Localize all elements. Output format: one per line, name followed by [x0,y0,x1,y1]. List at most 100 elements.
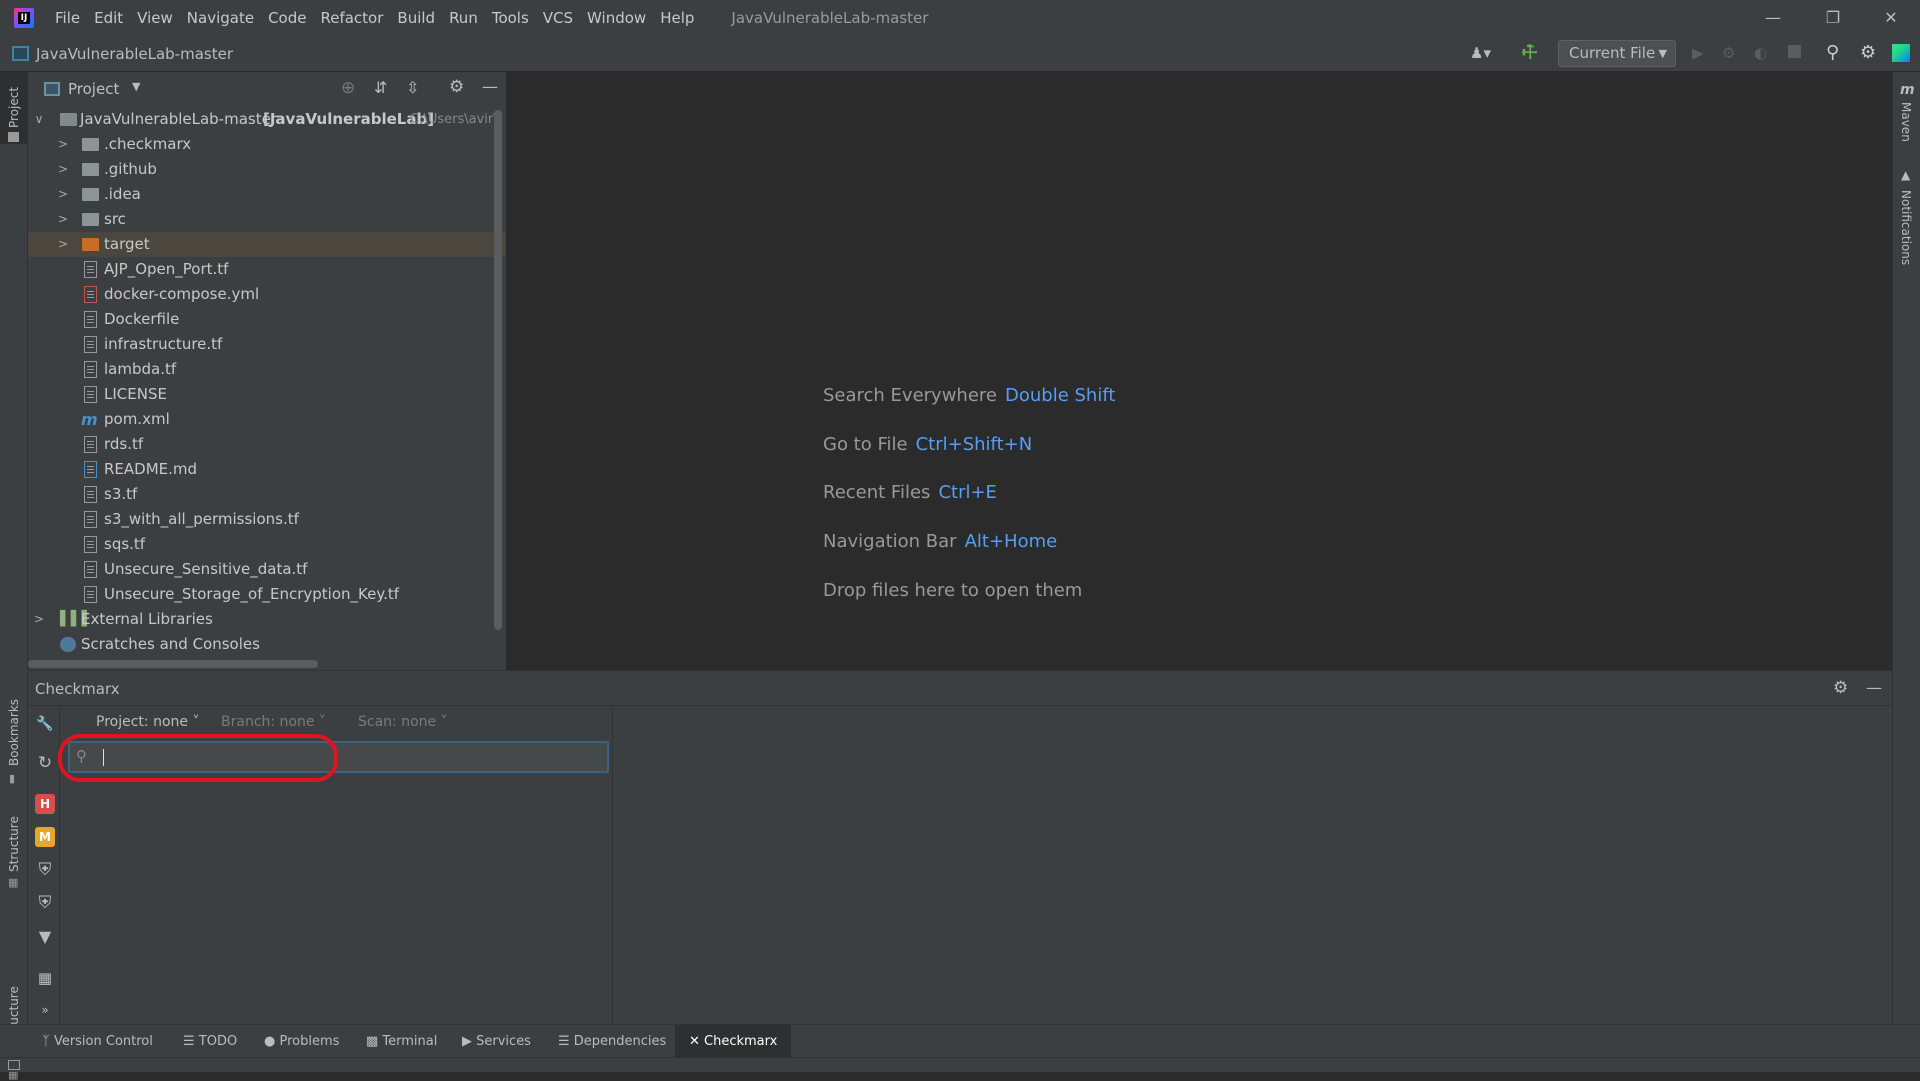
root-path: C:\Users\avir\ [410,112,498,127]
tree-file[interactable]: rds.tf [28,432,506,457]
chevron-right-icon[interactable]: > [58,132,68,157]
tree-file[interactable]: README.md [28,457,506,482]
editor-empty-area[interactable] [506,72,1892,670]
tab-services[interactable]: ▶ Services [462,1025,531,1058]
more-actions-icon[interactable]: » [35,1000,55,1020]
menu-window[interactable]: Window [580,0,653,36]
tree-folder[interactable]: > .checkmarx [28,132,506,157]
locate-file-icon[interactable]: ⊕ [341,78,355,98]
chevron-down-icon[interactable]: ▼ [132,80,140,93]
project-dropdown[interactable]: Project: none ˅ [96,714,199,730]
build-hammer-icon[interactable]: ⚒ [1517,39,1543,65]
filter-funnel-icon[interactable]: ▼ [35,927,55,947]
tab-todo[interactable]: ☰ TODO [183,1025,237,1058]
tree-scratches[interactable]: Scratches and Consoles [28,632,506,657]
coverage-icon[interactable]: ◐ [1754,44,1767,62]
close-icon[interactable]: ✕ [1862,0,1920,36]
chevron-right-icon[interactable]: > [58,232,68,257]
panel-settings-gear-icon[interactable]: ⚙ [1833,678,1848,698]
folder-icon [82,188,99,201]
menu-file[interactable]: File [48,0,87,36]
refresh-icon[interactable]: ↻ [35,753,55,773]
tool-tab-project[interactable]: Project [7,87,21,128]
tree-file[interactable]: Dockerfile [28,307,506,332]
menu-build[interactable]: Build [390,0,442,36]
wrench-settings-icon[interactable]: 🔧 [35,714,55,734]
minimize-icon[interactable]: — [1744,0,1802,36]
hide-panel-icon[interactable]: — [482,77,498,96]
menu-vcs[interactable]: VCS [536,0,580,36]
tree-file[interactable]: AJP_Open_Port.tf [28,257,506,282]
chevron-right-icon[interactable]: > [58,182,68,207]
settings-gear-icon[interactable]: ⚙ [1860,42,1876,63]
user-account-icon[interactable]: ♟▾ [1470,44,1491,62]
menu-refactor[interactable]: Refactor [313,0,390,36]
tree-folder[interactable]: > src [28,207,506,232]
project-view-title[interactable]: Project [68,80,119,98]
tab-dependencies[interactable]: ☰ Dependencies [558,1025,666,1058]
tool-tab-structure[interactable]: Structure [7,816,21,872]
tree-file[interactable]: m pom.xml [28,407,506,432]
run-icon[interactable]: ▶ [1692,44,1704,62]
chevron-down-icon[interactable]: ∨ [34,107,44,132]
hint-label: Recent Files [823,482,931,503]
debug-icon[interactable]: ⚙ [1722,44,1735,62]
medium-severity-filter-icon[interactable]: M [35,827,55,847]
tree-file[interactable]: Unsecure_Sensitive_data.tf [28,557,506,582]
tree-external-libraries[interactable]: > ▌▌▌ External Libraries [28,607,506,632]
tree-root[interactable]: ∨ JavaVulnerableLab-master [JavaVulnerab… [28,107,506,132]
tree-file[interactable]: docker-compose.yml [28,282,506,307]
search-icon[interactable]: ⚲ [1826,42,1839,63]
chevron-right-icon[interactable]: > [58,157,68,182]
toolbox-icon[interactable] [1892,44,1910,62]
breadcrumb-project[interactable]: JavaVulnerableLab-master [36,45,233,63]
low-severity-filter-icon[interactable]: ⛨ [35,860,55,880]
project-panel-header: Project ▼ ⊕ ⇵ ⇳ ⚙ — [28,72,506,106]
menu-run[interactable]: Run [442,0,485,36]
hide-panel-icon[interactable]: — [1866,678,1882,697]
tab-checkmarx[interactable]: ✕ Checkmarx [675,1025,792,1058]
menu-view[interactable]: View [130,0,180,36]
menu-help[interactable]: Help [653,0,701,36]
stop-icon[interactable] [1788,45,1801,58]
tool-tab-bookmarks[interactable]: Bookmarks [7,699,21,766]
restore-icon[interactable]: ❐ [1804,0,1862,36]
tree-folder[interactable]: > .github [28,157,506,182]
tab-problems[interactable]: ● Problems [264,1025,339,1058]
tree-folder-selected[interactable]: > target [28,232,506,257]
tree-folder[interactable]: > .idea [28,182,506,207]
tool-tab-maven[interactable]: Maven [1899,102,1913,142]
tree-file[interactable]: sqs.tf [28,532,506,557]
horizontal-scrollbar[interactable] [28,660,318,668]
chevron-right-icon[interactable]: > [58,207,68,232]
tree-file[interactable]: lambda.tf [28,357,506,382]
menu-navigate[interactable]: Navigate [180,0,261,36]
yaml-file-icon [84,286,97,303]
tree-file[interactable]: s3_with_all_permissions.tf [28,507,506,532]
scan-dropdown[interactable]: Scan: none ˅ [358,714,448,730]
branch-dropdown[interactable]: Branch: none ˅ [221,714,326,730]
menu-tools[interactable]: Tools [485,0,536,36]
tool-tab-notifications[interactable]: Notifications [1899,190,1913,265]
hint-label: Go to File [823,434,908,455]
tab-terminal[interactable]: ▩ Terminal [366,1025,437,1058]
group-by-icon[interactable]: ▦ [35,968,55,988]
toggle-tool-windows-icon[interactable] [8,1060,20,1070]
markdown-file-icon [84,461,97,478]
vertical-scrollbar[interactable] [494,110,502,630]
tree-file[interactable]: infrastructure.tf [28,332,506,357]
info-severity-filter-icon[interactable]: ⛨ [35,893,55,913]
terminal-icon: ▩ [366,1034,383,1049]
options-gear-icon[interactable]: ⚙ [449,77,464,97]
tab-version-control[interactable]: ᛉ Version Control [42,1025,153,1058]
menu-edit[interactable]: Edit [87,0,130,36]
collapse-all-icon[interactable]: ⇳ [406,78,419,97]
chevron-right-icon[interactable]: > [34,607,44,632]
tree-file[interactable]: Unsecure_Storage_of_Encryption_Key.tf [28,582,506,607]
tree-file[interactable]: s3.tf [28,482,506,507]
expand-all-icon[interactable]: ⇵ [374,78,387,97]
menu-code[interactable]: Code [261,0,313,36]
tree-file[interactable]: LICENSE [28,382,506,407]
run-config-dropdown[interactable]: Current File ▼ [1558,40,1676,67]
high-severity-filter-icon[interactable]: H [35,794,55,814]
